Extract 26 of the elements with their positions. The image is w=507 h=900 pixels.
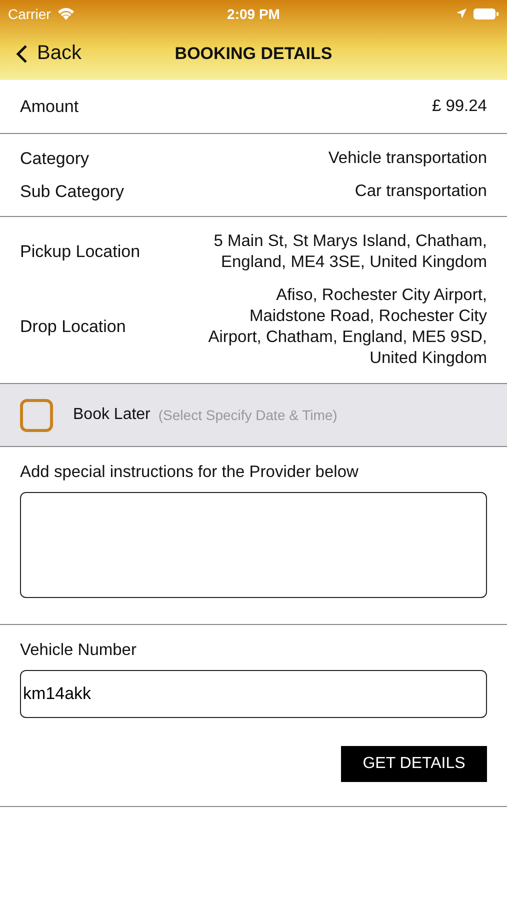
chevron-left-icon	[16, 44, 28, 64]
field-label: Sub Category	[20, 182, 124, 202]
checkbox[interactable]	[20, 398, 53, 432]
status-time: 2:09 PM	[227, 6, 280, 22]
battery-icon	[472, 8, 499, 20]
screen-title: BOOKING DETAILS	[174, 44, 332, 64]
book-later-label: Book Later	[73, 406, 150, 424]
wifi-icon	[56, 7, 75, 20]
vehicle-number-label: Vehicle Number	[20, 641, 138, 660]
field-value: Car transportation	[354, 181, 487, 202]
carrier-label: Carrier	[8, 6, 51, 22]
field-label: Amount	[20, 96, 79, 116]
book-later-hint: (Select Specify Date & Time)	[158, 407, 338, 423]
field-value: Afiso, Rochester City Airport, Maidstone Road, Rochester City Airport, Chatham, England, ME5 9SD, United Kingdom	[207, 285, 487, 369]
vehicle-number-field[interactable]: km14akk	[20, 670, 487, 718]
field-value: Vehicle transportation	[328, 148, 487, 169]
instructions-field[interactable]	[20, 492, 487, 598]
back-button[interactable]: Back	[0, 42, 82, 65]
get-details-button[interactable]: GET DETAILS	[341, 746, 487, 782]
field-value: 5 Main St, St Marys Island, Chatham, England, ME4 3SE, United Kingdom	[212, 231, 487, 273]
field-label: Category	[20, 148, 89, 168]
location-arrow-icon	[456, 8, 467, 19]
field-label: Drop Location	[20, 317, 126, 337]
field-label: Pickup Location	[20, 242, 140, 262]
instructions-label: Add special instructions for the Provider below	[20, 463, 360, 482]
field-value: £ 99.24	[432, 96, 487, 117]
